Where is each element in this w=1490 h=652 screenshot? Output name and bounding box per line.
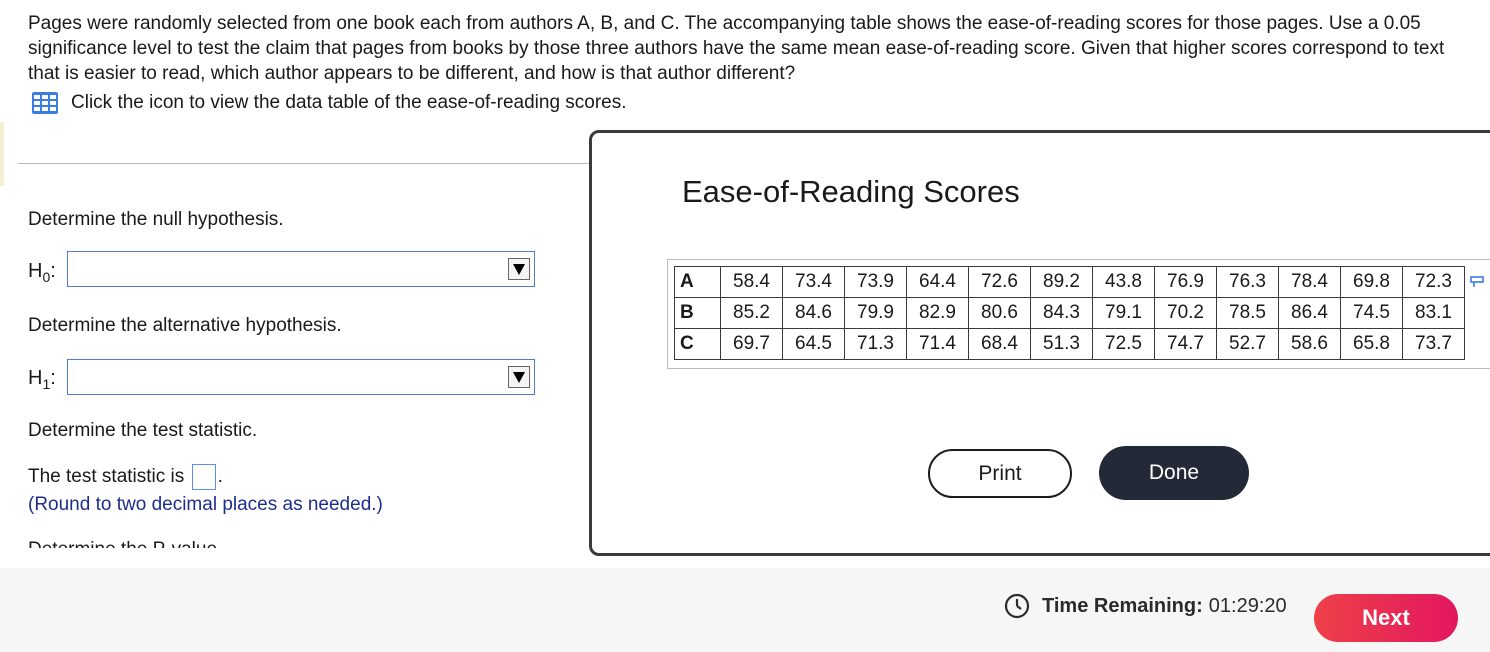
- table-cell: 74.5: [1340, 297, 1403, 329]
- table-cell: 68.4: [968, 328, 1031, 360]
- table-row: B 85.2 84.6 79.9 82.9 80.6 84.3 79.1 70.2 78.5 86.…: [674, 297, 1465, 329]
- section-divider: [18, 163, 594, 164]
- data-table-link-text: Click the icon to view the data table of…: [71, 92, 627, 113]
- table-cell: 72.6: [968, 266, 1031, 298]
- table-cell: 84.6: [782, 297, 845, 329]
- table-cell: 76.9: [1154, 266, 1217, 298]
- row-label: C: [674, 328, 721, 360]
- alternative-hypothesis-label: Determine the alternative hypothesis.: [28, 315, 342, 336]
- table-cell: 43.8: [1092, 266, 1155, 298]
- table-cell: 80.6: [968, 297, 1031, 329]
- data-table-link-row[interactable]: Click the icon to view the data table of…: [31, 90, 627, 116]
- table-cell: 86.4: [1278, 297, 1341, 329]
- clock-icon: [1004, 593, 1030, 619]
- table-cell: 82.9: [906, 297, 969, 329]
- h0-letter: H: [28, 260, 43, 282]
- table-cell: 52.7: [1216, 328, 1279, 360]
- h0-subscript: 0: [42, 269, 51, 285]
- table-cell: 79.9: [844, 297, 907, 329]
- table-cell: 51.3: [1030, 328, 1093, 360]
- copy-icon[interactable]: [1470, 276, 1484, 288]
- time-remaining-label: Time Remaining:: [1042, 594, 1203, 617]
- table-cell: 78.5: [1216, 297, 1279, 329]
- table-cell: 74.7: [1154, 328, 1217, 360]
- time-remaining-value: 01:29:20: [1208, 594, 1287, 617]
- scores-table: A 58.4 73.4 73.9 64.4 72.6 89.2 43.8 76.9 76.3 78.…: [674, 266, 1465, 360]
- table-cell: 84.3: [1030, 297, 1093, 329]
- table-cell: 70.2: [1154, 297, 1217, 329]
- test-statistic-suffix: .: [217, 466, 223, 487]
- table-cell: 69.8: [1340, 266, 1403, 298]
- table-row: C 69.7 64.5 71.3 71.4 68.4 51.3 72.5 74.7 52.7 58.…: [674, 328, 1465, 360]
- table-cell: 73.7: [1402, 328, 1465, 360]
- next-button[interactable]: Next: [1314, 594, 1458, 642]
- h1-subscript: 1: [42, 376, 51, 392]
- table-row: A 58.4 73.4 73.9 64.4 72.6 89.2 43.8 76.9 76.3 78.…: [674, 266, 1465, 298]
- test-statistic-label: Determine the test statistic.: [28, 420, 258, 441]
- table-cell: 71.4: [906, 328, 969, 360]
- table-cell: 69.7: [720, 328, 783, 360]
- modal-title: Ease-of-Reading Scores: [682, 174, 1020, 209]
- time-remaining: Time Remaining: 01:29:20: [1004, 592, 1287, 620]
- null-hypothesis-dropdown[interactable]: [67, 251, 535, 287]
- alternative-hypothesis-dropdown[interactable]: [67, 359, 535, 395]
- h0-label: H0:: [28, 260, 56, 285]
- table-cell: 72.5: [1092, 328, 1155, 360]
- table-cell: 58.4: [720, 266, 783, 298]
- table-cell: 72.3: [1402, 266, 1465, 298]
- data-table-icon[interactable]: [31, 91, 59, 115]
- round-note: (Round to two decimal places as needed.): [28, 494, 383, 515]
- table-cell: 73.9: [844, 266, 907, 298]
- table-cell: 83.1: [1402, 297, 1465, 329]
- table-cell: 76.3: [1216, 266, 1279, 298]
- table-cell: 64.5: [782, 328, 845, 360]
- test-statistic-prefix: The test statistic is: [28, 466, 185, 487]
- test-statistic-row: The test statistic is .: [28, 462, 223, 492]
- table-cell: 58.6: [1278, 328, 1341, 360]
- dropdown-arrow-icon[interactable]: [508, 366, 530, 388]
- print-button[interactable]: Print: [928, 449, 1072, 498]
- row-label: B: [674, 297, 721, 329]
- table-cell: 85.2: [720, 297, 783, 329]
- h1-label: H1:: [28, 367, 56, 392]
- test-statistic-input[interactable]: [191, 463, 216, 490]
- table-cell: 64.4: [906, 266, 969, 298]
- table-cell: 73.4: [782, 266, 845, 298]
- done-button[interactable]: Done: [1099, 446, 1249, 500]
- h1-letter: H: [28, 367, 43, 389]
- left-accent-bar: [0, 122, 4, 186]
- null-hypothesis-label: Determine the null hypothesis.: [28, 209, 284, 230]
- table-cell: 78.4: [1278, 266, 1341, 298]
- table-cell: 79.1: [1092, 297, 1155, 329]
- row-label: A: [674, 266, 721, 298]
- table-cell: 65.8: [1340, 328, 1403, 360]
- table-cell: 89.2: [1030, 266, 1093, 298]
- p-value-label: Determine the P-value.: [28, 538, 222, 548]
- table-cell: 71.3: [844, 328, 907, 360]
- question-text: Pages were randomly selected from one bo…: [28, 13, 1445, 84]
- dropdown-arrow-icon[interactable]: [508, 258, 530, 280]
